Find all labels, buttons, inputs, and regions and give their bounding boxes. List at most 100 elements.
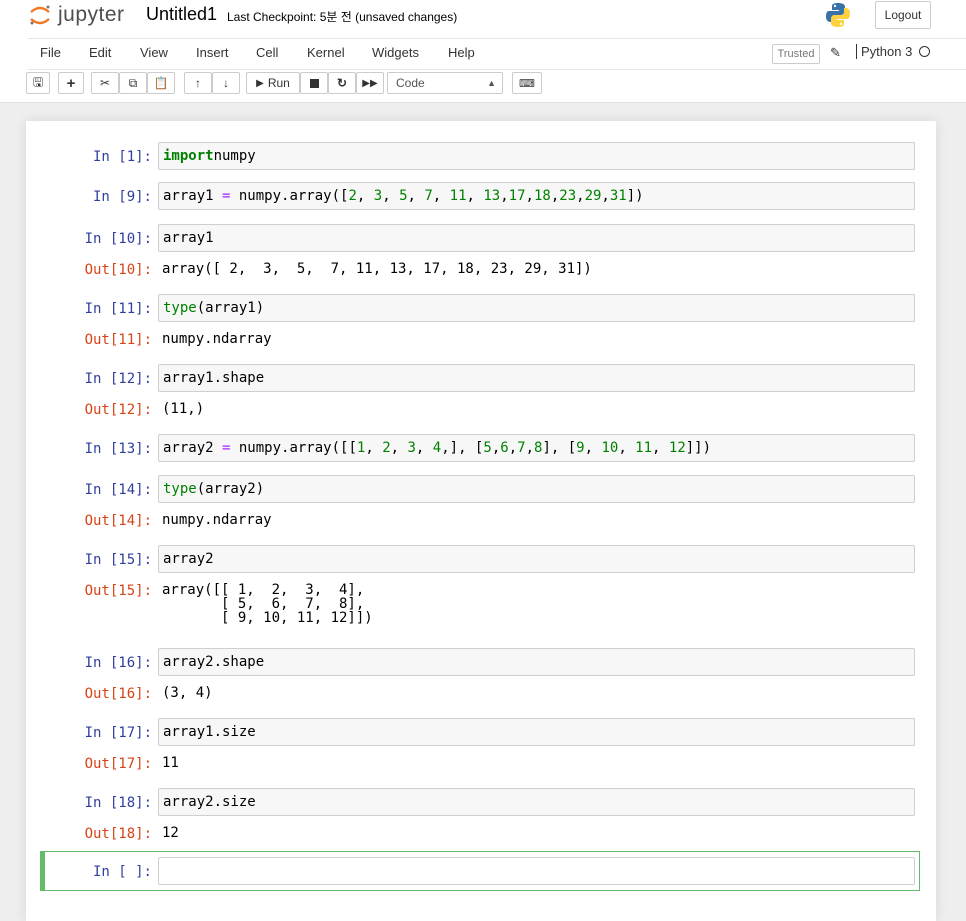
code-token: , (618, 440, 636, 456)
code-input[interactable]: array1.shape (158, 364, 915, 392)
code-token: 3 (407, 440, 416, 456)
jupyter-wordmark: jupyter (58, 3, 125, 26)
checkpoint-status: Last Checkpoint: 5분 전 (unsaved changes) (227, 10, 458, 24)
code-token: 7 (517, 440, 526, 456)
cell-type-select[interactable]: Code ▲ (387, 72, 503, 94)
out-prompt: Out[17]: (84, 756, 152, 772)
menu-kernel[interactable]: Kernel (307, 45, 345, 60)
cell-type-value: Code (396, 76, 425, 90)
jupyter-logo[interactable]: jupyter (28, 0, 125, 32)
code-token: , (432, 188, 450, 204)
restart-button[interactable]: ↻ (328, 72, 356, 94)
code-token: numpy.array([[ (230, 440, 357, 456)
code-input[interactable]: type(array2) (158, 475, 915, 503)
code-token: , (550, 188, 560, 204)
in-prompt: In [15]: (84, 552, 152, 568)
code-token: 11 (449, 188, 467, 204)
move-down-button[interactable]: ↓ (212, 72, 240, 94)
stop-icon (309, 78, 319, 88)
code-token: 13 (483, 188, 501, 204)
paste-button[interactable]: 📋 (147, 72, 175, 94)
code-token: , (525, 188, 534, 204)
paste-icon: 📋 (153, 76, 169, 90)
code-input[interactable]: array2 = numpy.array([[1, 2, 3, 4,], [5,… (158, 434, 915, 462)
code-token: , (601, 188, 610, 204)
code-token: , (491, 440, 501, 456)
code-token: array2 (163, 551, 214, 567)
run-button[interactable]: ▶ Run (246, 72, 300, 94)
save-button[interactable]: 🖫 (26, 72, 50, 94)
out-prompt: Out[11]: (84, 332, 152, 348)
code-token: 4 (432, 440, 442, 456)
code-token: , (584, 440, 602, 456)
code-token: import (163, 148, 214, 164)
code-token: ], [ (542, 440, 577, 456)
menu-file[interactable]: File (40, 45, 61, 60)
in-prompt: In [13]: (84, 441, 152, 457)
out-prompt: Out[14]: (84, 513, 152, 529)
move-up-button[interactable]: ↑ (184, 72, 212, 94)
code-input[interactable]: array1 = numpy.array([2, 3, 5, 7, 11, 13… (158, 182, 915, 210)
code-input[interactable]: array2 (158, 545, 915, 573)
code-input[interactable]: array1.size (158, 718, 915, 746)
code-input[interactable] (158, 857, 915, 885)
restart-icon: ↻ (336, 76, 348, 90)
cut-button[interactable]: ✂ (91, 72, 119, 94)
code-token: 5 (399, 188, 408, 204)
kernel-name[interactable]: Python 3 (856, 44, 912, 59)
play-icon: ▶ (256, 77, 264, 89)
menu-view[interactable]: View (140, 45, 168, 60)
code-input[interactable]: importnumpy (158, 142, 915, 170)
code-token: , (652, 440, 669, 456)
cell-output: numpy.ndarray (162, 331, 272, 347)
code-token: , (390, 440, 408, 456)
menu-bar: File Edit View Insert Cell Kernel Widget… (28, 38, 966, 70)
insert-cell-button[interactable]: + (58, 72, 84, 94)
code-token: ]]) (685, 440, 712, 456)
code-input[interactable]: array2.size (158, 788, 915, 816)
command-palette-button[interactable]: ⌨ (512, 72, 542, 94)
out-prompt: Out[12]: (84, 402, 152, 418)
code-token: 10 (601, 440, 619, 456)
arrow-down-icon: ↓ (223, 76, 229, 90)
code-token: (array2) (196, 481, 265, 497)
logout-button[interactable]: Logout (875, 1, 931, 29)
code-token: ,], [ (441, 440, 484, 456)
menu-cell[interactable]: Cell (256, 45, 278, 60)
trusted-badge[interactable]: Trusted (772, 44, 820, 64)
menu-help[interactable]: Help (448, 45, 475, 60)
python-logo-icon (824, 1, 852, 29)
code-token: , (576, 188, 585, 204)
plus-icon: + (66, 74, 76, 92)
code-token: 2 (382, 440, 391, 456)
code-input[interactable]: array2.shape (158, 648, 915, 676)
menu-insert[interactable]: Insert (196, 45, 229, 60)
in-prompt: In [14]: (84, 482, 152, 498)
cell-output: array([ 2, 3, 5, 7, 11, 13, 17, 18, 23, … (162, 261, 592, 277)
notebook-title[interactable]: Untitled1 (146, 4, 217, 25)
cell-output: numpy.ndarray (162, 512, 272, 528)
out-prompt: Out[16]: (84, 686, 152, 702)
code-token: , (415, 440, 433, 456)
code-token: 3 (373, 188, 383, 204)
run-label: Run (267, 76, 290, 90)
code-token: 9 (576, 440, 585, 456)
edit-pencil-icon[interactable]: ✎ (830, 45, 841, 61)
code-token: array2.shape (163, 654, 265, 670)
code-token: , (525, 440, 534, 456)
code-token: , (508, 440, 518, 456)
code-token: 11 (635, 440, 653, 456)
code-input[interactable]: array1 (158, 224, 915, 252)
interrupt-button[interactable] (300, 72, 328, 94)
code-token: array1.shape (163, 370, 265, 386)
code-token: array2 (163, 440, 223, 456)
code-token: 31 (609, 188, 627, 204)
code-token: array2.size (163, 794, 256, 810)
code-input[interactable]: type(array1) (158, 294, 915, 322)
restart-run-all-button[interactable]: ▶▶ (356, 72, 384, 94)
menu-edit[interactable]: Edit (89, 45, 111, 60)
in-prompt: In [17]: (84, 725, 152, 741)
save-icon: 🖫 (32, 74, 44, 89)
menu-widgets[interactable]: Widgets (372, 45, 419, 60)
copy-button[interactable]: ⧉ (119, 72, 147, 94)
